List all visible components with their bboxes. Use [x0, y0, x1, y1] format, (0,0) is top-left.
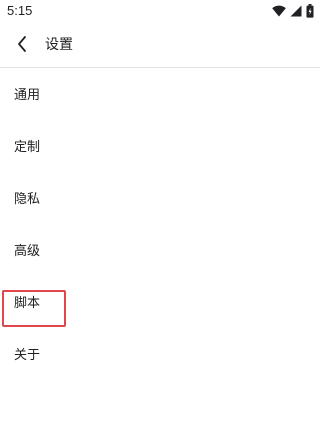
highlight-box [2, 290, 66, 327]
back-button[interactable] [8, 32, 36, 60]
battery-icon [306, 4, 314, 18]
page-title: 设置 [45, 37, 73, 53]
toolbar: 设置 [0, 24, 320, 68]
back-arrow-icon [16, 35, 28, 57]
settings-list: 通用 定制 隐私 高级 脚本 关于 [0, 70, 320, 382]
settings-item-label: 定制 [14, 140, 41, 155]
cellular-signal-icon [290, 5, 302, 17]
wifi-icon [272, 5, 286, 17]
status-bar: 5:15 [0, 0, 320, 24]
settings-item-label: 通用 [14, 88, 41, 103]
settings-item-privacy[interactable]: 隐私 [0, 174, 320, 226]
settings-item-label: 关于 [14, 348, 41, 363]
status-icons [272, 4, 314, 18]
status-time: 5:15 [7, 3, 33, 18]
settings-item-advanced[interactable]: 高级 [0, 226, 320, 278]
settings-item-customize[interactable]: 定制 [0, 122, 320, 174]
settings-item-label: 高级 [14, 244, 41, 259]
settings-item-label: 隐私 [14, 192, 41, 207]
settings-item-general[interactable]: 通用 [0, 70, 320, 122]
settings-item-about[interactable]: 关于 [0, 330, 320, 382]
